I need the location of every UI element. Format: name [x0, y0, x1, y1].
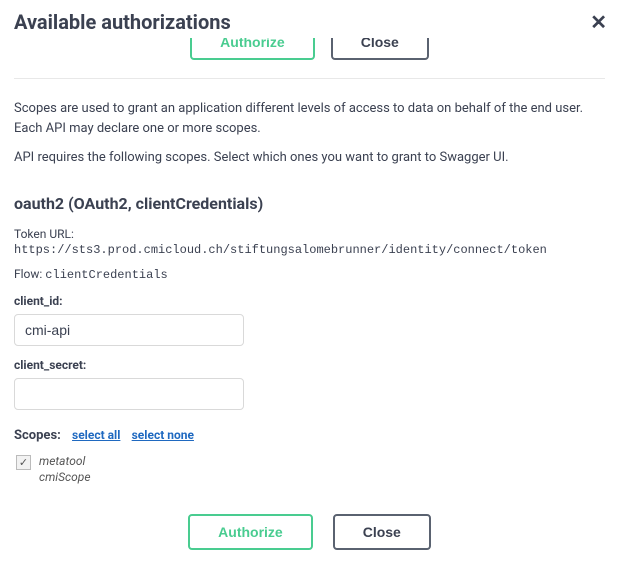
- divider: [14, 78, 605, 79]
- modal-title: Available authorizations: [14, 10, 231, 34]
- modal-header: Available authorizations ✕: [0, 0, 627, 40]
- scopes-description-2: API requires the following scopes. Selec…: [14, 148, 605, 168]
- scope-name: metatool: [39, 453, 91, 470]
- close-icon[interactable]: ✕: [584, 10, 613, 34]
- flow-row: Flow: clientCredentials: [14, 267, 605, 282]
- token-url-label: Token URL:: [14, 227, 605, 241]
- client-secret-input[interactable]: [14, 378, 244, 410]
- authorize-button-upper[interactable]: Authorize: [190, 38, 315, 60]
- client-secret-label: client_secret:: [14, 358, 605, 372]
- modal-scroll-area[interactable]: Authorize Close Scopes are used to grant…: [0, 38, 619, 571]
- scopes-description-1: Scopes are used to grant an application …: [14, 99, 605, 138]
- scope-text: metatool cmiScope: [39, 453, 91, 487]
- scopes-header-row: Scopes: select all select none: [14, 428, 605, 443]
- scope-item: ✓ metatool cmiScope: [16, 453, 605, 487]
- client-id-input[interactable]: [14, 314, 244, 346]
- select-none-link[interactable]: select none: [132, 428, 194, 442]
- client-id-label: client_id:: [14, 294, 605, 308]
- scope-desc: cmiScope: [39, 469, 91, 486]
- close-button-upper[interactable]: Close: [331, 38, 429, 60]
- lower-button-row: Authorize Close: [14, 514, 605, 550]
- authorize-button[interactable]: Authorize: [188, 514, 313, 550]
- token-url-value: https://sts3.prod.cmicloud.ch/stiftungsa…: [14, 243, 605, 257]
- upper-button-row: Authorize Close: [14, 38, 605, 60]
- scope-checkbox[interactable]: ✓: [16, 455, 31, 470]
- flow-value: clientCredentials: [45, 268, 167, 282]
- select-all-link[interactable]: select all: [72, 428, 120, 442]
- flow-label: Flow:: [14, 267, 45, 281]
- modal-body: Authorize Close Scopes are used to grant…: [0, 38, 619, 571]
- scopes-label: Scopes:: [14, 428, 61, 443]
- auth-scheme-heading: oauth2 (OAuth2, clientCredentials): [14, 194, 605, 213]
- close-button[interactable]: Close: [333, 514, 431, 550]
